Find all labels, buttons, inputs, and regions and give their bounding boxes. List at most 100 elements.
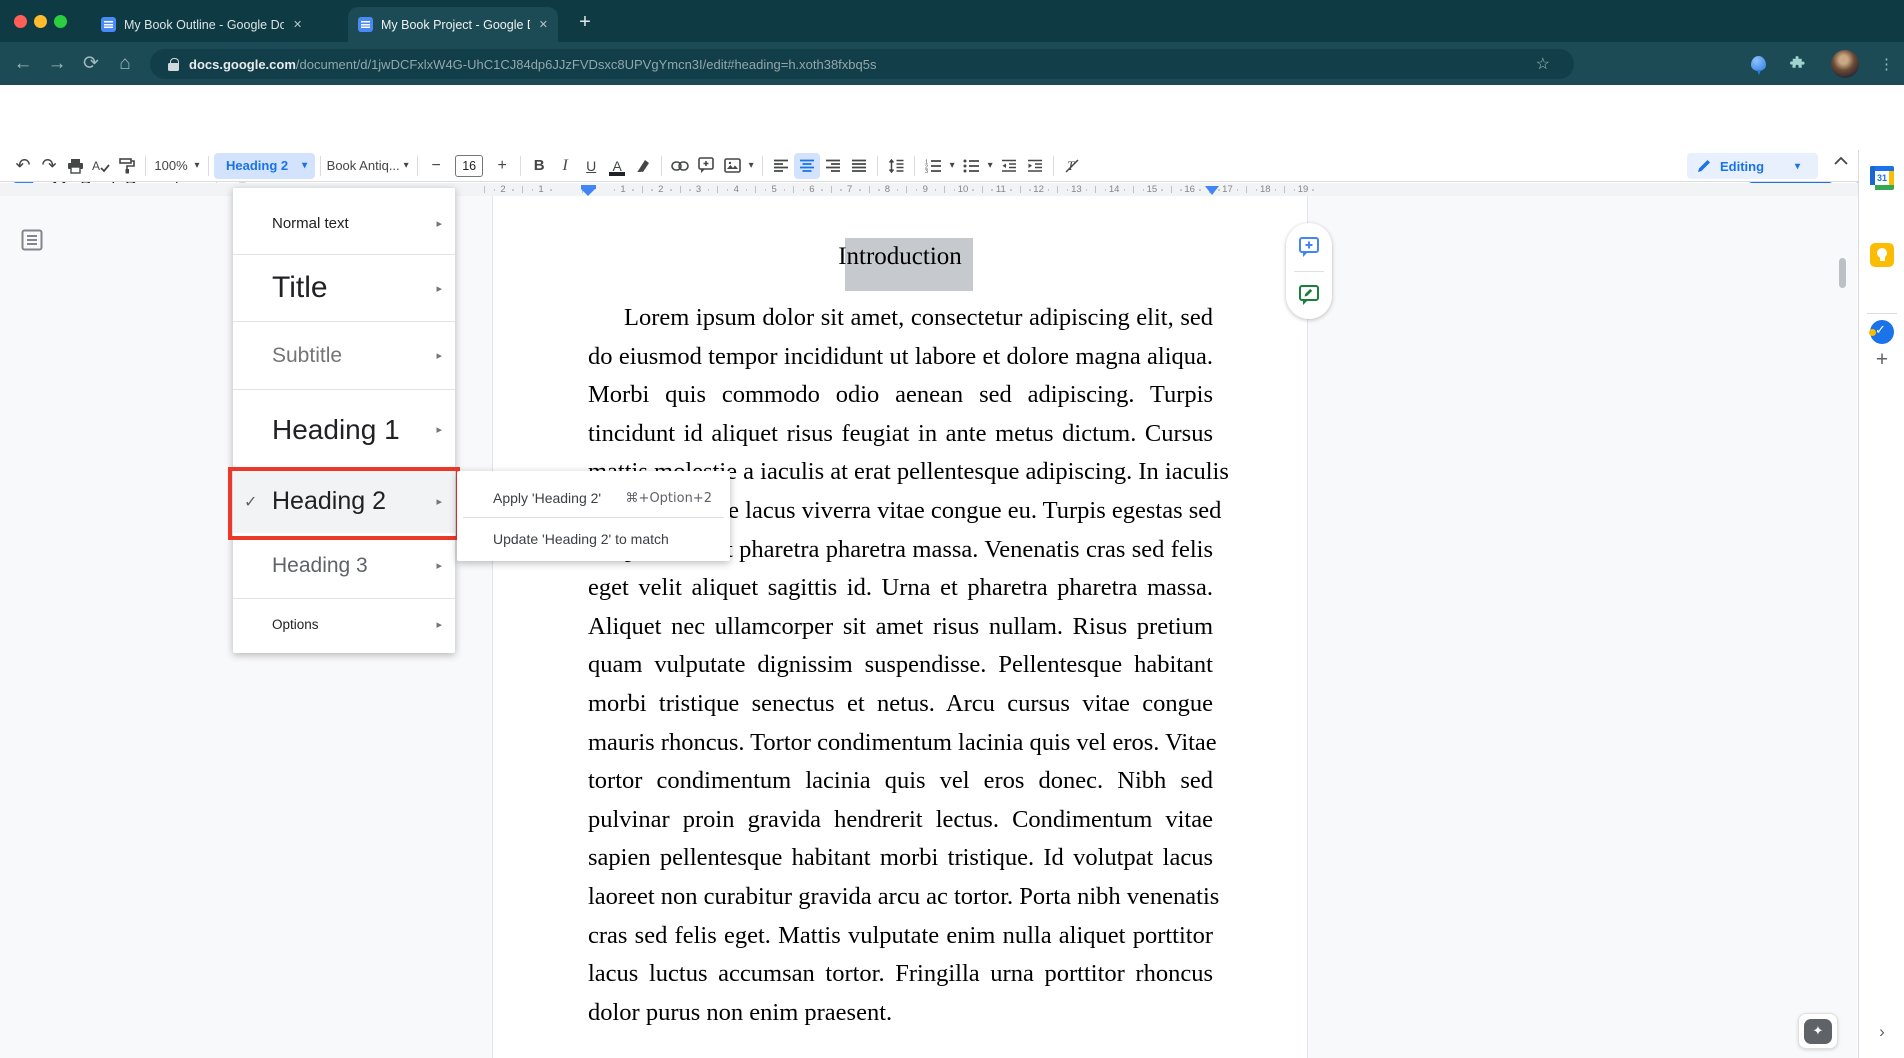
style-option-normal-text[interactable]: Normal text▸ <box>233 192 455 254</box>
reload-icon[interactable]: ⟳ <box>74 52 108 75</box>
body-text-line[interactable]: morbi tristique senectus et netus. Arcu … <box>588 685 1213 724</box>
numbered-list-icon[interactable]: 123 <box>920 153 946 179</box>
body-text-line[interactable]: Morbi quis commodo odio aenean sed adipi… <box>588 376 1213 415</box>
ruler-dot <box>689 189 691 191</box>
body-text-line[interactable]: tincidunt id aliquet risus feugiat in an… <box>588 415 1213 454</box>
browser-tab[interactable]: My Book Project - Google Docs✕ <box>348 7 558 42</box>
add-addon-button[interactable]: + <box>1859 348 1904 372</box>
bulleted-list-icon[interactable] <box>958 153 984 179</box>
calendar-icon[interactable]: 31 <box>1870 166 1894 190</box>
update-heading2-item[interactable]: Update 'Heading 2' to match <box>457 521 730 557</box>
style-option-title[interactable]: Title▸ <box>233 255 455 321</box>
redo-icon[interactable]: ↷ <box>36 153 62 179</box>
underline-button[interactable]: U <box>578 153 604 179</box>
browser-menu-icon[interactable]: ⋮ <box>1879 55 1894 73</box>
numbered-list-arrow-icon[interactable]: ▾ <box>946 153 958 179</box>
decrease-font-size-button[interactable]: − <box>423 153 449 179</box>
insert-link-icon[interactable] <box>667 153 693 179</box>
body-text-line[interactable]: eget velit aliquet sagittis id. Urna et … <box>588 569 1213 608</box>
keep-icon[interactable] <box>1870 243 1894 267</box>
font-dropdown-arrow-icon[interactable]: ▾ <box>400 153 412 179</box>
hide-menus-icon[interactable] <box>1834 157 1848 165</box>
zoom-dropdown-arrow-icon[interactable]: ▾ <box>191 153 203 179</box>
increase-font-size-button[interactable]: + <box>489 153 515 179</box>
font-select[interactable]: Book Antiq... <box>326 153 400 179</box>
clear-formatting-icon[interactable]: T <box>1059 153 1085 179</box>
tab-close-icon[interactable]: ✕ <box>539 18 548 31</box>
body-text-line[interactable]: sapien pellentesque habitant morbi trist… <box>588 839 1213 878</box>
show-side-panel-icon[interactable]: › <box>1859 1022 1904 1042</box>
back-icon[interactable]: ← <box>6 53 40 75</box>
right-indent-marker[interactable] <box>1205 186 1219 195</box>
bookmark-star-icon[interactable]: ☆ <box>1536 54 1550 74</box>
body-text-line[interactable]: mauris rhoncus. Tortor condimentum lacin… <box>588 724 1213 763</box>
bold-button[interactable]: B <box>526 153 552 179</box>
window-close-button[interactable] <box>14 15 27 28</box>
body-text-line[interactable]: Lorem ipsum dolor sit amet, consectetur … <box>588 299 1213 338</box>
ruler-tick <box>1095 186 1096 193</box>
style-option-heading-1[interactable]: Heading 1▸ <box>233 390 455 469</box>
show-outline-icon[interactable] <box>21 229 43 251</box>
undo-icon[interactable]: ↶ <box>10 153 36 179</box>
body-text-line[interactable]: pulvinar proin gravida hendrerit lectus.… <box>588 801 1213 840</box>
align-center-icon[interactable] <box>794 153 820 179</box>
home-icon[interactable]: ⌂ <box>108 53 142 75</box>
text-color-button[interactable]: A <box>604 153 630 179</box>
image-dropdown-arrow-icon[interactable]: ▾ <box>745 153 757 179</box>
tasks-icon[interactable]: ✓ <box>1870 320 1894 344</box>
ruler-number: 17 <box>1222 184 1233 195</box>
body-text-line[interactable]: do eiusmod tempor incididunt ut labore e… <box>588 338 1213 377</box>
browser-tab[interactable]: My Book Outline - Google Docs✕ <box>91 7 320 42</box>
body-text-line[interactable]: cras sed felis eget. Mattis vulputate en… <box>588 917 1213 956</box>
document-scrollbar[interactable] <box>1839 258 1846 288</box>
body-text-line[interactable]: dolor purus non enim praesent. <box>588 994 1213 1033</box>
style-option-heading-2[interactable]: ✓Heading 2▸ <box>233 469 455 533</box>
spellcheck-icon[interactable]: A <box>88 153 114 179</box>
print-icon[interactable] <box>62 153 88 179</box>
extensions-puzzle-icon[interactable] <box>1790 55 1807 72</box>
align-right-icon[interactable] <box>820 153 846 179</box>
lock-icon[interactable] <box>168 58 179 71</box>
paint-format-icon[interactable] <box>114 153 140 179</box>
document-body[interactable]: Lorem ipsum dolor sit amet, consectetur … <box>588 299 1213 1032</box>
ruler-number: 2 <box>658 184 663 195</box>
style-option-heading-3[interactable]: Heading 3▸ <box>233 533 455 598</box>
highlight-color-icon[interactable] <box>630 153 656 179</box>
line-spacing-icon[interactable] <box>883 153 909 179</box>
body-text-line[interactable]: lacus luctus accumsan tortor. Fringilla … <box>588 955 1213 994</box>
document-heading[interactable]: Introduction <box>493 243 1307 271</box>
window-minimize-button[interactable] <box>34 15 47 28</box>
bulleted-list-arrow-icon[interactable]: ▾ <box>984 153 996 179</box>
paragraph-style-select[interactable]: Heading 2 ▾ <box>214 153 315 179</box>
suggest-edits-icon[interactable] <box>1298 284 1320 306</box>
body-text-line[interactable]: quam vulputate dignissim suspendisse. Pe… <box>588 646 1213 685</box>
justify-icon[interactable] <box>846 153 872 179</box>
window-zoom-button[interactable] <box>54 15 67 28</box>
mode-select[interactable]: Editing ▾ <box>1687 153 1818 179</box>
insert-image-icon[interactable] <box>719 153 745 179</box>
forward-icon[interactable]: → <box>40 53 74 75</box>
zoom-select[interactable]: 100% <box>151 153 191 179</box>
browser-profile-avatar[interactable] <box>1831 50 1859 78</box>
add-comment-icon[interactable] <box>693 153 719 179</box>
apply-heading2-item[interactable]: Apply 'Heading 2' ⌘+Option+2 <box>457 479 730 517</box>
style-option-label: Subtitle <box>272 344 342 368</box>
increase-indent-icon[interactable] <box>1022 153 1048 179</box>
submenu-arrow-icon: ▸ <box>436 423 442 436</box>
decrease-indent-icon[interactable] <box>996 153 1022 179</box>
italic-button[interactable]: I <box>552 153 578 179</box>
extension-balloon-icon[interactable] <box>1751 56 1766 71</box>
body-text-line[interactable]: Aliquet nec ullamcorper sit amet risus n… <box>588 608 1213 647</box>
tab-close-icon[interactable]: ✕ <box>293 18 302 31</box>
address-bar[interactable]: docs.google.com/document/d/1jwDCFxlxW4G-… <box>150 49 1574 79</box>
add-comment-margin-icon[interactable] <box>1298 236 1320 258</box>
align-left-icon[interactable] <box>768 153 794 179</box>
body-text-line[interactable]: laoreet non curabitur gravida arcu ac to… <box>588 878 1213 917</box>
style-option-subtitle[interactable]: Subtitle▸ <box>233 322 455 389</box>
font-size-input[interactable]: 16 <box>455 155 483 177</box>
new-tab-button[interactable]: + <box>571 8 599 36</box>
left-indent-marker[interactable] <box>581 185 596 196</box>
body-text-line[interactable]: tortor condimentum lacinia quis vel eros… <box>588 762 1213 801</box>
explore-button[interactable]: ✦ <box>1798 1013 1838 1049</box>
style-option-options[interactable]: Options▸ <box>233 599 455 649</box>
